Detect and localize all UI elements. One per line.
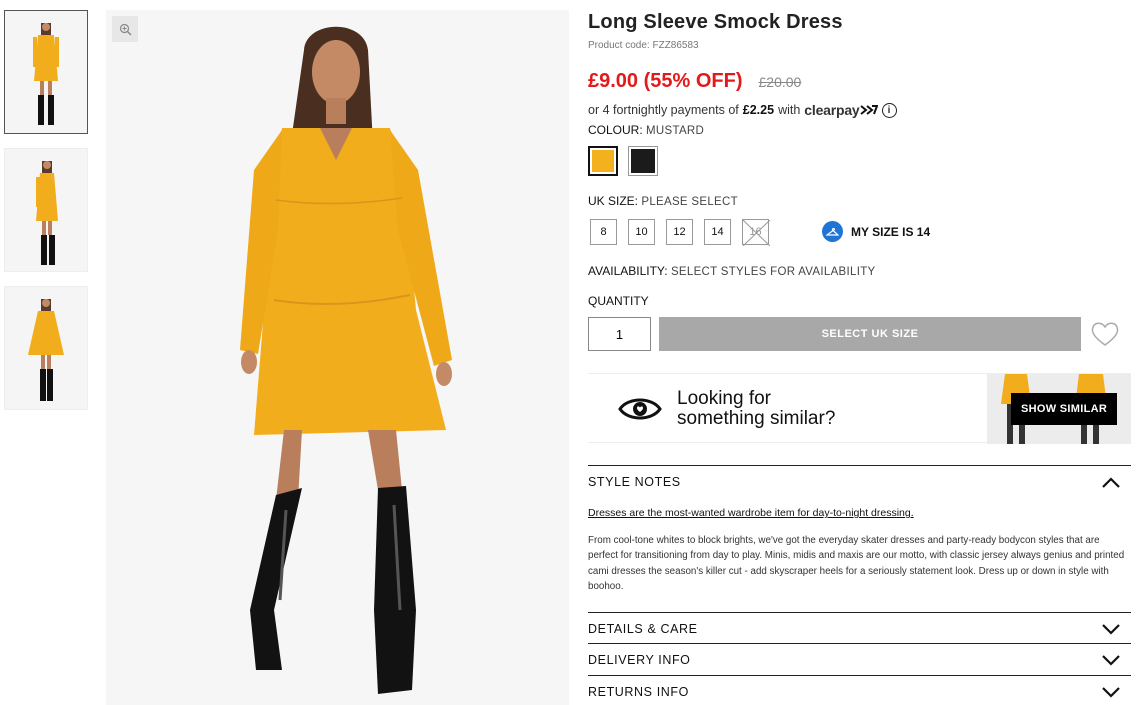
zoom-button[interactable] xyxy=(112,16,138,42)
chevron-down-icon xyxy=(1102,654,1120,666)
details-care-header[interactable]: DETAILS & CARE xyxy=(588,613,1131,644)
size-option-10[interactable]: 10 xyxy=(628,219,655,245)
clearpay-amount: £2.25 xyxy=(742,103,775,117)
colour-row: COLOUR: MUSTARD xyxy=(588,123,704,137)
model-thumbnail-image xyxy=(33,23,59,125)
clearpay-logo: clearpay xyxy=(804,102,878,118)
size-row: UK SIZE: PLEASE SELECT xyxy=(588,194,738,208)
accordion-returns-info[interactable]: RETURNS INFO xyxy=(588,675,1131,705)
similar-banner: Looking for something similar? SHOW SIMI… xyxy=(588,373,1131,444)
clearpay-text: or 4 fortnightly payments of xyxy=(588,103,739,117)
thumbnail-2[interactable] xyxy=(4,148,88,272)
style-notes-link[interactable]: Dresses are the most-wanted wardrobe ite… xyxy=(588,507,914,519)
availability-value: SELECT STYLES FOR AVAILABILITY xyxy=(670,266,876,278)
thumbnail-list xyxy=(4,10,90,424)
accordion-details-care[interactable]: DETAILS & CARE xyxy=(588,612,1131,644)
my-size-button[interactable]: MY SIZE IS 14 xyxy=(822,221,930,242)
clearpay-logo-text: clearpay xyxy=(804,102,860,118)
quantity-label: QUANTITY xyxy=(588,294,649,308)
wishlist-heart-icon[interactable] xyxy=(1088,317,1122,351)
size-label: UK SIZE: xyxy=(588,194,639,208)
accordion-delivery-info[interactable]: DELIVERY INFO xyxy=(588,643,1131,675)
delivery-info-header[interactable]: DELIVERY INFO xyxy=(588,644,1131,675)
select-size-button[interactable]: SELECT UK SIZE xyxy=(659,317,1081,351)
thumbnail-3[interactable] xyxy=(4,286,88,410)
style-notes-title: STYLE NOTES xyxy=(588,474,681,489)
sale-price: £9.00 (55% OFF) xyxy=(588,70,743,92)
size-option-16-out-of-stock[interactable]: 16 xyxy=(742,219,770,246)
size-prompt: PLEASE SELECT xyxy=(641,196,738,208)
model-side-thumbnail-image xyxy=(36,161,58,265)
swatch-mustard[interactable] xyxy=(588,146,618,176)
quantity-input[interactable] xyxy=(588,317,651,351)
accordion-style-notes[interactable]: STYLE NOTES xyxy=(588,465,1131,497)
returns-info-header[interactable]: RETURNS INFO xyxy=(588,676,1131,705)
show-similar-button[interactable]: SHOW SIMILAR xyxy=(1011,393,1118,425)
similar-line-2: something similar? xyxy=(677,408,836,429)
similar-text: Looking for something similar? xyxy=(677,389,835,429)
product-title: Long Sleeve Smock Dress xyxy=(588,11,843,33)
colour-swatches xyxy=(588,146,658,176)
availability-label: AVAILABILITY: xyxy=(588,264,668,278)
similar-line-1: Looking for xyxy=(677,388,772,409)
my-size-label: MY SIZE IS 14 xyxy=(851,224,931,239)
size-option-8[interactable]: 8 xyxy=(590,219,617,245)
size-options: 8 10 12 14 16 xyxy=(590,219,770,246)
main-product-image[interactable] xyxy=(106,10,569,705)
colour-label: COLOUR: xyxy=(588,123,643,137)
colour-value: MUSTARD xyxy=(646,125,705,137)
eye-icon xyxy=(618,398,662,420)
model-twirl-thumbnail-image xyxy=(28,299,64,401)
clearpay-with: with xyxy=(778,103,801,117)
thumbnail-1[interactable] xyxy=(4,10,88,134)
chevron-up-icon xyxy=(1102,476,1120,488)
out-of-stock-cross-icon xyxy=(743,220,770,246)
size-option-14[interactable]: 14 xyxy=(704,219,731,245)
original-price: £20.00 xyxy=(758,74,802,90)
clearpay-message: or 4 fortnightly payments of £2.25 with … xyxy=(588,102,897,118)
zoom-icon xyxy=(119,23,131,35)
availability-row: AVAILABILITY: SELECT STYLES FOR AVAILABI… xyxy=(588,264,876,278)
model-photo xyxy=(240,26,452,694)
size-option-12[interactable]: 12 xyxy=(666,219,693,245)
chevron-down-icon xyxy=(1102,686,1120,698)
product-code: Product code: FZZ86583 xyxy=(588,40,699,51)
details-care-title: DETAILS & CARE xyxy=(588,621,698,636)
style-notes-header[interactable]: STYLE NOTES xyxy=(588,466,1131,497)
delivery-info-title: DELIVERY INFO xyxy=(588,652,691,667)
swatch-black[interactable] xyxy=(628,146,658,176)
price-row: £9.00 (55% OFF) £20.00 xyxy=(588,70,801,93)
info-icon[interactable]: i xyxy=(881,102,897,118)
clearpay-arrows-icon xyxy=(859,105,878,115)
returns-info-title: RETURNS INFO xyxy=(588,684,689,699)
style-notes-body: From cool-tone whites to block brights, … xyxy=(588,535,1125,592)
chevron-down-icon xyxy=(1102,623,1120,635)
hanger-icon xyxy=(822,221,843,242)
